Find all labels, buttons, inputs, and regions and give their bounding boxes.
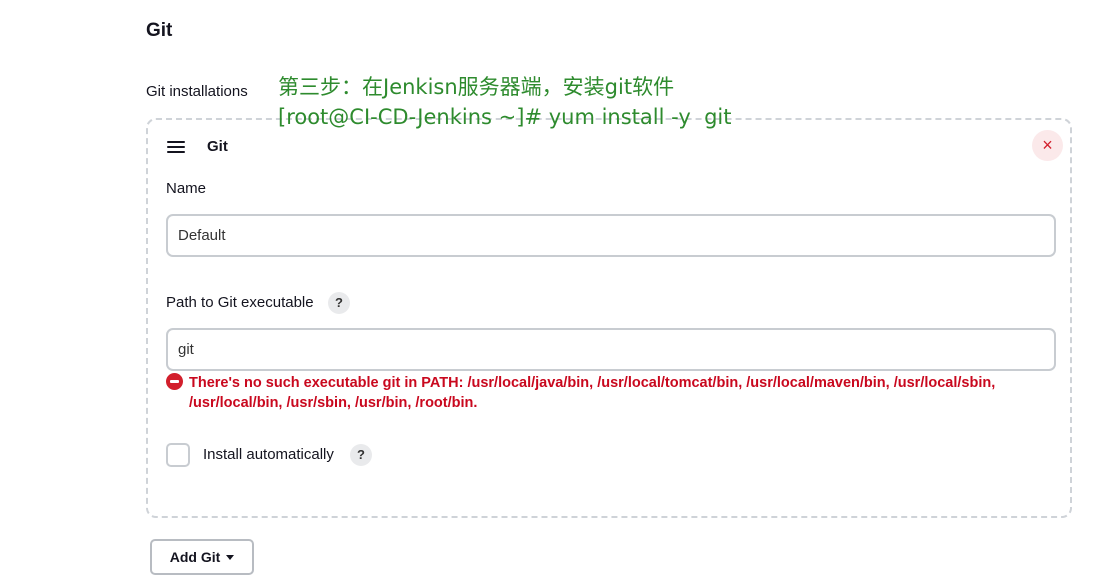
install-automatically-label[interactable]: Install automatically bbox=[203, 446, 334, 463]
path-input[interactable] bbox=[166, 328, 1056, 371]
install-automatically-checkbox[interactable] bbox=[166, 443, 190, 467]
annotation-line-2: [root@CI-CD-Jenkins ~]# yum install -y g… bbox=[278, 105, 732, 129]
install-help-icon[interactable]: ? bbox=[350, 444, 372, 466]
section-title: Git bbox=[146, 20, 173, 41]
add-git-label: Add Git bbox=[169, 549, 221, 565]
add-git-button[interactable]: Add Git bbox=[150, 539, 254, 575]
annotation-overlay: 第三步：在Jenkisn服务器端，安装git软件 [root@CI-CD-Jenk… bbox=[278, 72, 732, 132]
error-icon bbox=[166, 373, 183, 390]
path-label: Path to Git executable bbox=[166, 294, 314, 311]
panel-title: Git bbox=[207, 138, 228, 155]
annotation-line-1: 第三步：在Jenkisn服务器端，安装git软件 bbox=[278, 75, 675, 99]
drag-handle-icon[interactable] bbox=[167, 141, 185, 153]
name-input[interactable] bbox=[166, 214, 1056, 257]
path-error-message: There's no such executable git in PATH: … bbox=[189, 375, 996, 411]
name-label: Name bbox=[166, 180, 207, 197]
caret-down-icon bbox=[226, 554, 235, 560]
path-help-icon[interactable]: ? bbox=[328, 292, 350, 314]
git-installations-label: Git installations bbox=[146, 83, 248, 100]
close-icon[interactable]: × bbox=[1032, 130, 1063, 161]
